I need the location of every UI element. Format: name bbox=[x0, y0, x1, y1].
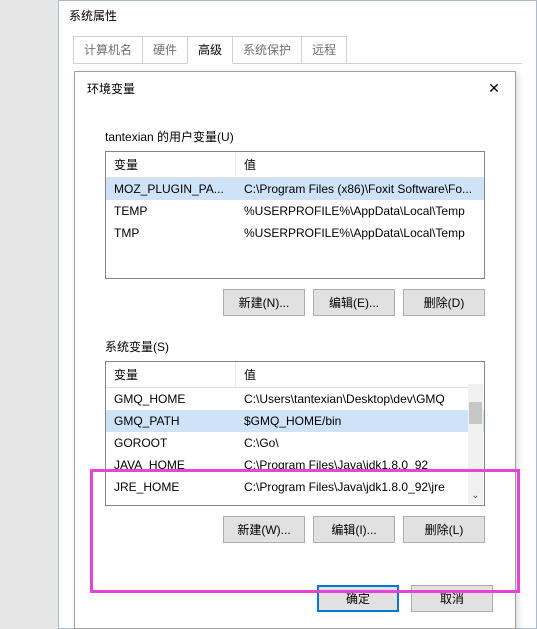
table-row[interactable]: TMP %USERPROFILE%\AppData\Local\Temp bbox=[106, 222, 484, 244]
environment-variables-dialog: 环境变量 ✕ tantexian 的用户变量(U) 变量 值 MOZ_PLUGI… bbox=[74, 71, 516, 629]
user-vars-list[interactable]: 变量 值 MOZ_PLUGIN_PA... C:\Program Files (… bbox=[105, 151, 485, 279]
user-delete-button[interactable]: 删除(D) bbox=[403, 289, 485, 316]
user-edit-button[interactable]: 编辑(E)... bbox=[313, 289, 395, 316]
user-button-row: 新建(N)... 编辑(E)... 删除(D) bbox=[105, 289, 485, 316]
user-new-button[interactable]: 新建(N)... bbox=[223, 289, 305, 316]
tab-hardware[interactable]: 硬件 bbox=[142, 36, 188, 64]
user-rows: MOZ_PLUGIN_PA... C:\Program Files (x86)\… bbox=[106, 178, 484, 244]
dialog-footer: 确定 取消 bbox=[317, 585, 493, 612]
sys-edit-button[interactable]: 编辑(I)... bbox=[313, 516, 395, 543]
user-col-value[interactable]: 值 bbox=[236, 152, 484, 177]
table-row[interactable]: JAVA_HOME C:\Program Files\Java\jdk1.8.0… bbox=[106, 454, 484, 476]
tab-system-protection[interactable]: 系统保护 bbox=[232, 36, 302, 64]
sys-new-button[interactable]: 新建(W)... bbox=[223, 516, 305, 543]
sys-scrollbar-down-icon[interactable]: ⌄ bbox=[469, 489, 482, 503]
cancel-button[interactable]: 取消 bbox=[411, 585, 493, 612]
system-properties-title: 系统属性 bbox=[59, 1, 536, 32]
sys-scrollbar[interactable]: ⌄ bbox=[468, 384, 483, 504]
table-row[interactable]: JRE_HOME C:\Program Files\Java\jdk1.8.0_… bbox=[106, 476, 484, 498]
tab-remote[interactable]: 远程 bbox=[301, 36, 347, 64]
env-vars-header: 环境变量 ✕ bbox=[75, 72, 515, 104]
table-row[interactable]: GMQ_HOME C:\Users\tantexian\Desktop\dev\… bbox=[106, 388, 484, 410]
ok-button[interactable]: 确定 bbox=[317, 585, 399, 612]
tab-computer-name[interactable]: 计算机名 bbox=[73, 36, 143, 64]
table-row[interactable]: TEMP %USERPROFILE%\AppData\Local\Temp bbox=[106, 200, 484, 222]
tab-advanced[interactable]: 高级 bbox=[187, 36, 233, 64]
sys-vars-header-row: 变量 值 bbox=[106, 362, 484, 388]
sys-col-value[interactable]: 值 bbox=[236, 362, 484, 387]
table-row[interactable]: GOROOT C:\Go\ bbox=[106, 432, 484, 454]
sys-rows: GMQ_HOME C:\Users\tantexian\Desktop\dev\… bbox=[106, 388, 484, 498]
env-vars-title: 环境变量 bbox=[87, 80, 135, 97]
sys-vars-list[interactable]: 变量 值 GMQ_HOME C:\Users\tantexian\Desktop… bbox=[105, 361, 485, 506]
sys-delete-button[interactable]: 删除(L) bbox=[403, 516, 485, 543]
table-row[interactable]: GMQ_PATH $GMQ_HOME/bin bbox=[106, 410, 484, 432]
close-button[interactable]: ✕ bbox=[479, 78, 509, 98]
env-vars-body: tantexian 的用户变量(U) 变量 值 MOZ_PLUGIN_PA...… bbox=[75, 104, 515, 557]
table-row[interactable]: MOZ_PLUGIN_PA... C:\Program Files (x86)\… bbox=[106, 178, 484, 200]
sys-button-row: 新建(W)... 编辑(I)... 删除(L) bbox=[105, 516, 485, 543]
user-vars-header-row: 变量 值 bbox=[106, 152, 484, 178]
user-col-variable[interactable]: 变量 bbox=[106, 152, 236, 177]
tabstrip: 计算机名 硬件 高级 系统保护 远程 bbox=[73, 36, 522, 64]
sys-vars-label: 系统变量(S) bbox=[105, 338, 499, 355]
sys-col-variable[interactable]: 变量 bbox=[106, 362, 236, 387]
sys-scrollbar-thumb[interactable] bbox=[469, 402, 482, 424]
user-vars-label: tantexian 的用户变量(U) bbox=[105, 128, 499, 145]
